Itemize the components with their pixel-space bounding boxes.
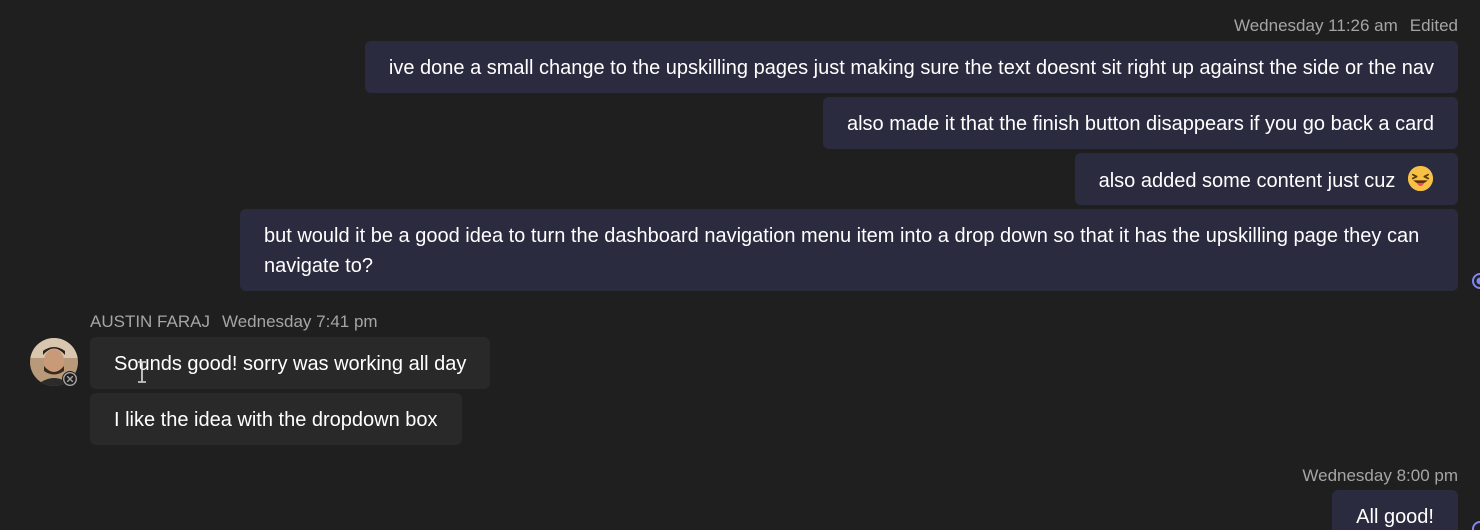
my-message-bubble[interactable]: ive done a small change to the upskillin… — [364, 41, 1458, 93]
read-receipt-icon — [1472, 273, 1480, 289]
their-message-bubble[interactable]: I like the idea with the dropdown box — [90, 393, 462, 445]
my-message-bubble[interactable]: All good! — [1332, 490, 1458, 530]
sender-name[interactable]: AUSTIN FARAJ — [90, 312, 210, 331]
message-text: I like the idea with the dropdown box — [114, 409, 438, 431]
their-message-bubble[interactable]: Sounds good! sorry was working all day — [90, 337, 491, 389]
my-message-bubble[interactable]: but would it be a good idea to turn the … — [240, 209, 1458, 291]
grinning-squinting-tongue-emoji — [1407, 165, 1434, 192]
my-message-bubble[interactable]: also added some content just cuz — [1074, 153, 1458, 205]
edited-label: Edited — [1409, 16, 1458, 35]
message-text: Sounds good! sorry was working all day — [114, 353, 467, 375]
message-text: but would it be a good idea to turn the … — [264, 225, 1420, 277]
my-message-bubble[interactable]: also made it that the finish button disa… — [822, 97, 1458, 149]
message-timestamp: Wednesday 7:41 pm — [221, 312, 378, 331]
text-cursor-icon — [138, 361, 146, 383]
message-meta: AUSTIN FARAJ Wednesday 7:41 pm — [90, 312, 378, 332]
message-text: ive done a small change to the upskillin… — [388, 57, 1434, 79]
message-timestamp: Wednesday 11:26 am — [1233, 16, 1398, 35]
message-meta: Wednesday 8:00 pm — [1302, 466, 1458, 486]
offline-x-icon — [62, 371, 78, 387]
message-text: All good! — [1356, 506, 1434, 528]
chat-thread: Wednesday 11:26 am Edited ive done a smal… — [0, 0, 1480, 530]
message-meta: Wednesday 11:26 am Edited — [1234, 16, 1458, 36]
read-receipt-icon — [1472, 521, 1480, 530]
message-text: also made it that the finish button disa… — [846, 113, 1434, 135]
message-text: also added some content just cuz — [1098, 170, 1396, 192]
message-timestamp: Wednesday 8:00 pm — [1302, 466, 1458, 485]
